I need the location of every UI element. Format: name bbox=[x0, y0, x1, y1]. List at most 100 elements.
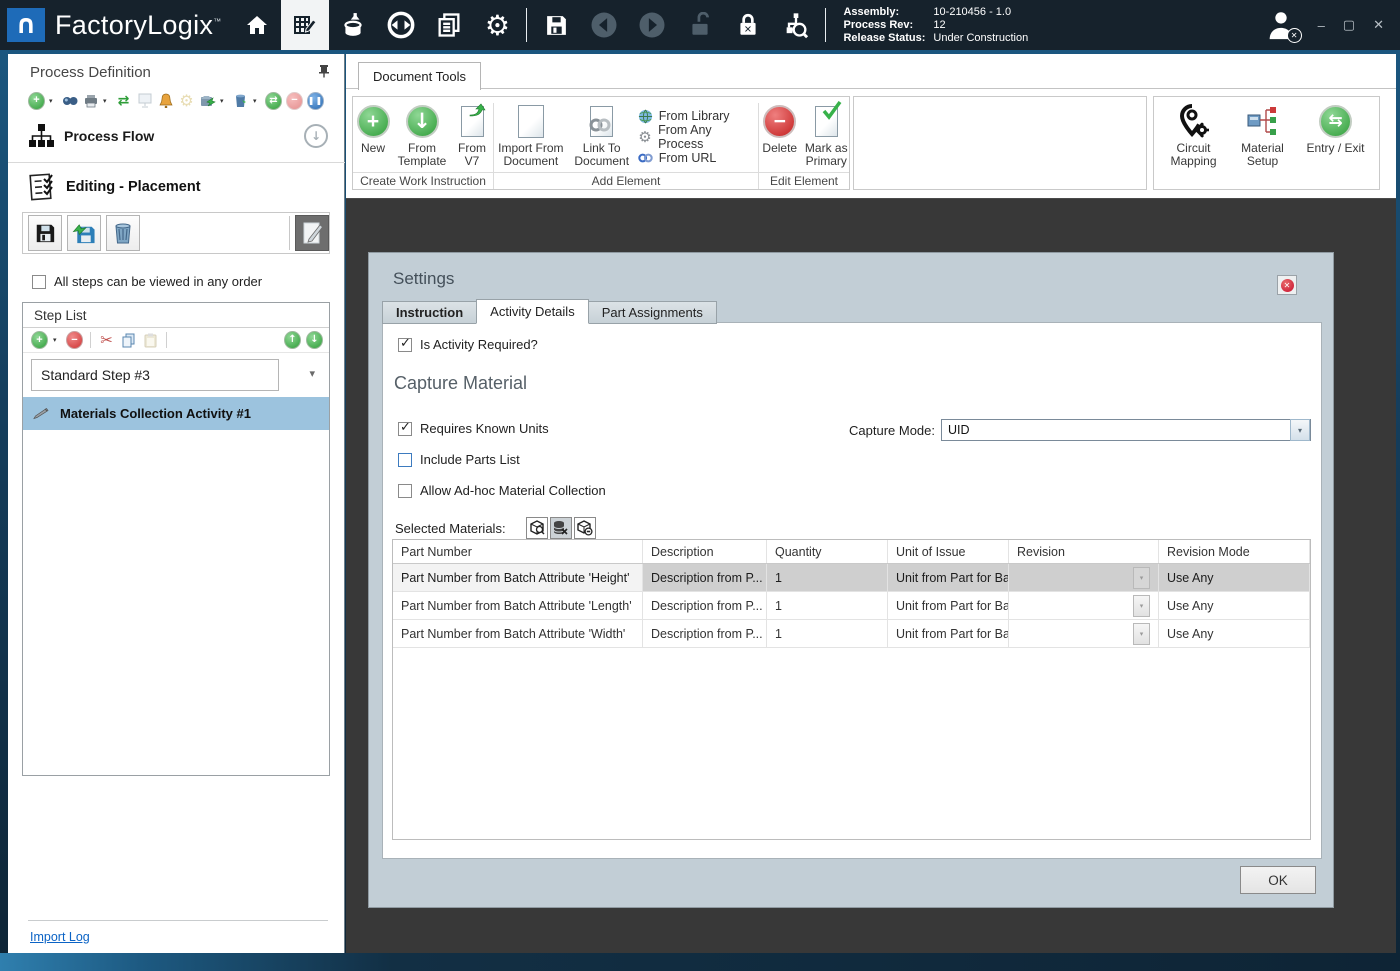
revision-combo[interactable]: ▾ bbox=[1017, 623, 1150, 644]
table-row[interactable]: Part Number from Batch Attribute 'Length… bbox=[393, 592, 1310, 620]
delete-step-button[interactable] bbox=[106, 215, 140, 251]
navigator-button[interactable] bbox=[377, 0, 425, 50]
mark-as-primary-button[interactable]: Mark as Primary bbox=[803, 102, 850, 168]
svg-text:✕: ✕ bbox=[744, 25, 752, 36]
copy-icon[interactable] bbox=[120, 332, 137, 349]
import-log-link[interactable]: Import Log bbox=[30, 930, 90, 944]
ok-button[interactable]: OK bbox=[1240, 866, 1316, 894]
edit-work-instruction-button[interactable] bbox=[295, 215, 329, 251]
material-bin-icon bbox=[340, 12, 366, 38]
remove-material-button[interactable] bbox=[574, 517, 596, 539]
reorder-icon[interactable]: ⇄ bbox=[115, 92, 132, 109]
step-selector[interactable]: Standard Step #3 bbox=[31, 359, 279, 391]
recycle-icon[interactable] bbox=[232, 92, 249, 109]
process-rev-label: Process Rev: bbox=[843, 19, 925, 31]
table-row[interactable]: Part Number from Batch Attribute 'Width'… bbox=[393, 620, 1310, 648]
unlock-button bbox=[676, 0, 724, 50]
capture-mode-select[interactable]: UID ▾ bbox=[941, 419, 1311, 441]
import-from-document-button[interactable]: Import From Document bbox=[495, 102, 567, 168]
tab-instruction[interactable]: Instruction bbox=[382, 301, 477, 324]
circuit-mapping-button[interactable]: Circuit Mapping bbox=[1163, 102, 1225, 189]
settings-button[interactable]: ⚙ bbox=[473, 0, 521, 50]
from-template-label: From Template bbox=[398, 141, 447, 168]
print-icon[interactable] bbox=[82, 92, 99, 109]
lock-x-icon: ✕ bbox=[735, 12, 761, 38]
globe-icon bbox=[637, 108, 654, 125]
process-audit-button[interactable] bbox=[772, 0, 820, 50]
remove-step-icon[interactable]: − bbox=[66, 332, 83, 349]
col-revision-mode[interactable]: Revision Mode bbox=[1159, 540, 1310, 563]
cell-unit-of-issue: Unit from Part for Bat bbox=[888, 592, 1009, 619]
documents-button[interactable] bbox=[425, 0, 473, 50]
tab-part-assignments[interactable]: Part Assignments bbox=[588, 301, 717, 324]
link-to-document-button[interactable]: Link To Document bbox=[571, 102, 633, 168]
move-up-icon[interactable]: ↑ bbox=[284, 332, 301, 349]
database-materials-button[interactable] bbox=[550, 517, 572, 539]
any-order-checkbox[interactable] bbox=[32, 275, 46, 289]
find-material-button[interactable] bbox=[526, 517, 548, 539]
dialog-close-button[interactable]: ✕ bbox=[1277, 275, 1297, 295]
minimize-button[interactable]: – bbox=[1318, 18, 1325, 33]
table-row[interactable]: Part Number from Batch Attribute 'Height… bbox=[393, 564, 1310, 592]
col-description[interactable]: Description bbox=[643, 540, 767, 563]
step-list-toolbar: + ▾ − ✂ ↑ ↓ bbox=[23, 328, 329, 353]
refresh-icon[interactable]: ⇄ bbox=[265, 92, 282, 109]
material-setup-button[interactable]: Material Setup bbox=[1233, 102, 1293, 189]
cell-part-number: Part Number from Batch Attribute 'Length… bbox=[393, 592, 643, 619]
export-caret-icon[interactable]: ▾ bbox=[220, 97, 228, 105]
from-template-button[interactable]: ↓ From Template bbox=[395, 102, 449, 168]
delete-element-button[interactable]: − Delete bbox=[759, 102, 801, 168]
cell-revision: ▾ bbox=[1009, 620, 1159, 647]
requires-known-units-checkbox[interactable] bbox=[398, 422, 412, 436]
from-v7-button[interactable]: From V7 bbox=[452, 102, 492, 168]
entry-exit-button[interactable]: ⇆ Entry / Exit bbox=[1301, 102, 1371, 189]
cut-icon[interactable]: ✂ bbox=[98, 332, 115, 349]
pin-icon[interactable] bbox=[318, 64, 330, 78]
save-button[interactable] bbox=[532, 0, 580, 50]
maximize-button[interactable]: ▢ bbox=[1343, 17, 1355, 33]
new-button[interactable]: + New bbox=[354, 102, 392, 168]
import-step-button[interactable] bbox=[67, 215, 101, 251]
col-revision[interactable]: Revision bbox=[1009, 540, 1159, 563]
add-icon[interactable]: + bbox=[28, 92, 45, 109]
save-step-button[interactable] bbox=[28, 215, 62, 251]
from-any-process-button[interactable]: ⚙ From Any Process bbox=[637, 128, 757, 146]
include-parts-list-checkbox[interactable] bbox=[398, 453, 412, 467]
process-flow-row[interactable]: Process Flow ↓ bbox=[28, 122, 328, 150]
close-button[interactable]: ✕ bbox=[1373, 17, 1384, 33]
notify-bell-icon[interactable] bbox=[157, 92, 174, 109]
add-step-caret-icon[interactable]: ▾ bbox=[53, 336, 61, 344]
print-caret-icon[interactable]: ▾ bbox=[103, 97, 111, 105]
revision-combo[interactable]: ▾ bbox=[1017, 567, 1150, 588]
tab-activity-details[interactable]: Activity Details bbox=[476, 299, 589, 324]
ribbon-box-main: + New ↓ From Template From V7 Create Wor… bbox=[352, 96, 850, 190]
lock-revision-button[interactable]: ✕ bbox=[724, 0, 772, 50]
add-caret-icon[interactable]: ▾ bbox=[49, 97, 57, 105]
activity-list-item-selected[interactable]: Materials Collection Activity #1 bbox=[23, 397, 329, 430]
pause-icon[interactable]: ❚❚ bbox=[307, 92, 324, 109]
trash-icon bbox=[113, 222, 133, 244]
production-button[interactable] bbox=[329, 0, 377, 50]
col-part-number[interactable]: Part Number bbox=[393, 540, 643, 563]
col-quantity[interactable]: Quantity bbox=[767, 540, 888, 563]
home-button[interactable] bbox=[233, 0, 281, 50]
collapse-arrow-icon[interactable]: ↓ bbox=[304, 124, 328, 148]
button-separator bbox=[289, 216, 290, 250]
is-activity-required-checkbox[interactable] bbox=[398, 338, 412, 352]
cell-revision-mode: Use Any bbox=[1159, 592, 1310, 619]
export-icon[interactable] bbox=[199, 92, 216, 109]
process-definition-button[interactable] bbox=[281, 0, 329, 50]
col-unit-of-issue[interactable]: Unit of Issue bbox=[888, 540, 1009, 563]
tab-document-tools[interactable]: Document Tools bbox=[358, 62, 481, 90]
revision-combo[interactable]: ▾ bbox=[1017, 595, 1150, 616]
from-url-button[interactable]: From URL bbox=[637, 149, 757, 167]
window-bottom-edge bbox=[0, 953, 1400, 971]
circuit-mapping-label: Circuit Mapping bbox=[1170, 141, 1216, 168]
find-icon[interactable] bbox=[61, 92, 78, 109]
move-down-icon[interactable]: ↓ bbox=[306, 332, 323, 349]
logout-user-button[interactable]: ✕ bbox=[1264, 7, 1298, 43]
add-step-icon[interactable]: + bbox=[31, 332, 48, 349]
recycle-caret-icon[interactable]: ▾ bbox=[253, 97, 261, 105]
step-selector-chevron-icon[interactable]: ▾ bbox=[309, 367, 315, 380]
allow-adhoc-checkbox[interactable] bbox=[398, 484, 412, 498]
